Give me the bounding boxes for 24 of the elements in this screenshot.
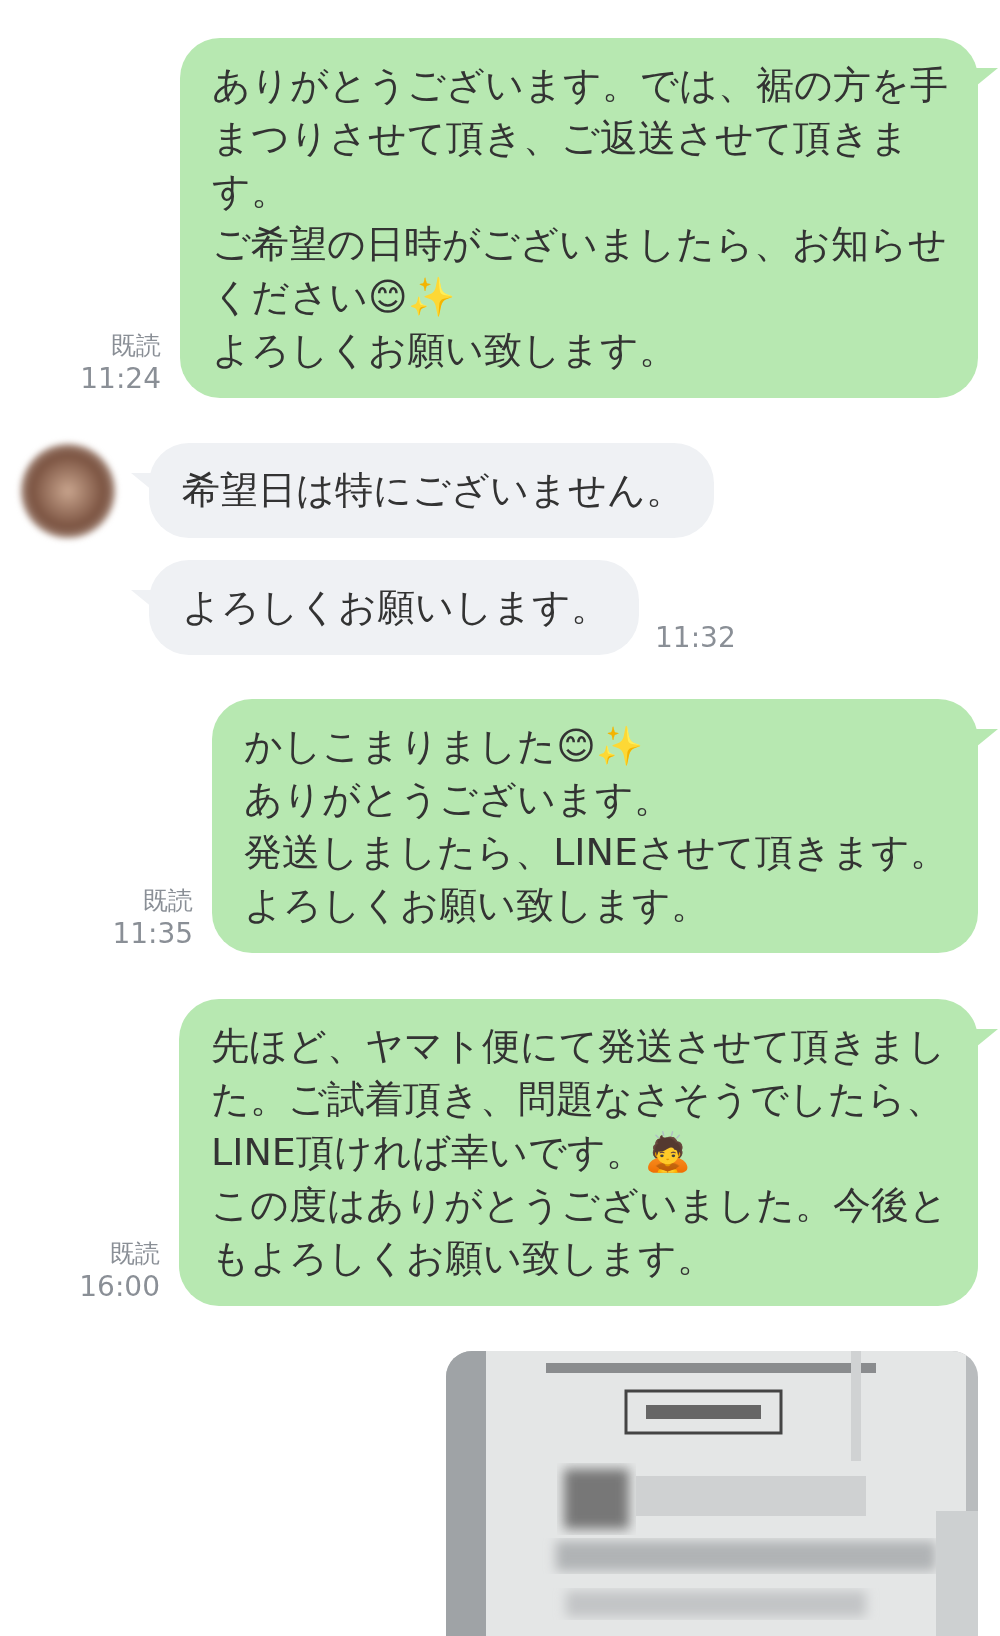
read-receipt: 既読 [110,1238,160,1270]
read-receipt: 既読 [111,330,161,362]
message-line: よろしくお願いします。 [182,584,609,631]
message-line: LINE頂ければ幸いです。🙇 [211,1129,692,1176]
message-line: もよろしくお願い致します。 [211,1235,716,1282]
read-receipt: 既読 [143,885,194,917]
message-line: 発送しましたら、LINEさせて頂きます。 [244,829,948,876]
message-line: ありがとうございます。 [244,776,674,823]
message-line: この度はありがとうございました。今後と [211,1182,948,1229]
message-line: ご希望の日時がございましたら、お知らせ [212,221,948,268]
message-line: 先ほど、ヤマト便にて発送させて頂きまし [211,1023,947,1070]
message-line: 希望日は特にございません。 [182,467,684,514]
message-line: よろしくお願い致します。 [212,327,678,374]
message-line: ありがとうございます。では、裾の方を手 [212,62,948,109]
message-line: よろしくお願い致します。 [244,882,711,929]
message-time: 11:35 [112,917,194,951]
message-time: 16:00 [79,1270,160,1304]
message-line: まつりさせて頂き、ご返送させて頂きま [212,115,910,162]
message-line: かしこまりました😊✨ [244,723,644,770]
message-time: 11:32 [655,621,736,655]
message-line: す。 [212,168,290,215]
message-line: た。ご試着頂き、問題なさそうでしたら、 [211,1076,945,1123]
message-time: 11:24 [80,362,161,396]
message-line: ください😊✨ [212,274,456,321]
